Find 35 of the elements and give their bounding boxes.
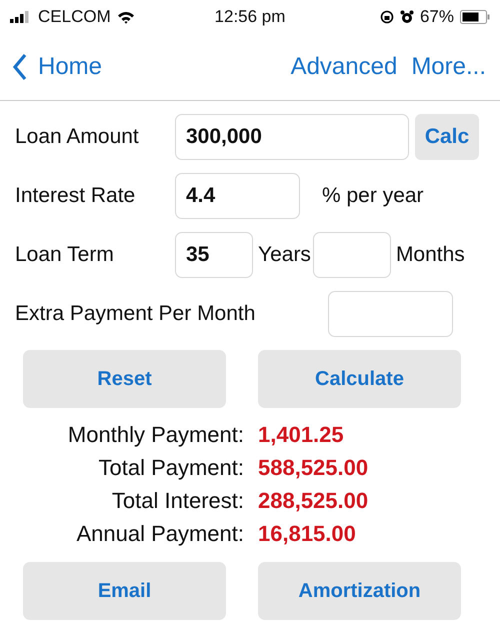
field-label: Loan Term — [15, 243, 115, 267]
back-button[interactable]: Home — [12, 53, 102, 81]
result-label: Monthly Payment: — [66, 421, 244, 449]
loan-amount-field[interactable]: 300,000 — [175, 114, 409, 160]
alarm-icon — [400, 10, 414, 24]
unit-label: Years — [257, 243, 312, 267]
carrier-name: CELCOM — [38, 7, 111, 27]
result-label: Total Payment: — [97, 454, 244, 482]
battery-percent: 67% — [420, 7, 454, 27]
result-value: 588,525.00 — [258, 454, 370, 482]
field-label: Loan Amount — [15, 125, 140, 149]
years-field[interactable]: 35 — [175, 232, 253, 278]
action-button[interactable]: Reset — [23, 350, 226, 408]
action-button[interactable]: Email — [23, 562, 226, 620]
unit-label: % per year — [321, 184, 425, 208]
chevron-left-icon — [12, 53, 28, 81]
result-label: Annual Payment: — [75, 520, 244, 548]
unit-label: Months — [394, 243, 466, 267]
result-value: 288,525.00 — [258, 487, 370, 515]
nav-link[interactable]: More... — [411, 53, 486, 81]
extra-payment-field[interactable] — [328, 291, 453, 337]
interest-rate-field[interactable]: 4.4 — [175, 173, 300, 219]
status-time: 12:56 pm — [214, 7, 286, 27]
action-button[interactable]: Amortization — [258, 562, 461, 620]
battery-icon — [460, 10, 490, 24]
result-value: 16,815.00 — [258, 520, 357, 548]
calc-button[interactable]: Calc — [415, 114, 479, 160]
wifi-icon — [116, 10, 135, 24]
field-label: Extra Payment Per Month — [15, 302, 256, 326]
result-value: 1,401.25 — [258, 421, 345, 449]
nav-link[interactable]: Advanced — [290, 53, 398, 81]
action-button[interactable]: Calculate — [258, 350, 461, 408]
field-label: Interest Rate — [15, 184, 136, 208]
months-field[interactable] — [312, 232, 391, 278]
result-label: Total Interest: — [110, 487, 244, 515]
